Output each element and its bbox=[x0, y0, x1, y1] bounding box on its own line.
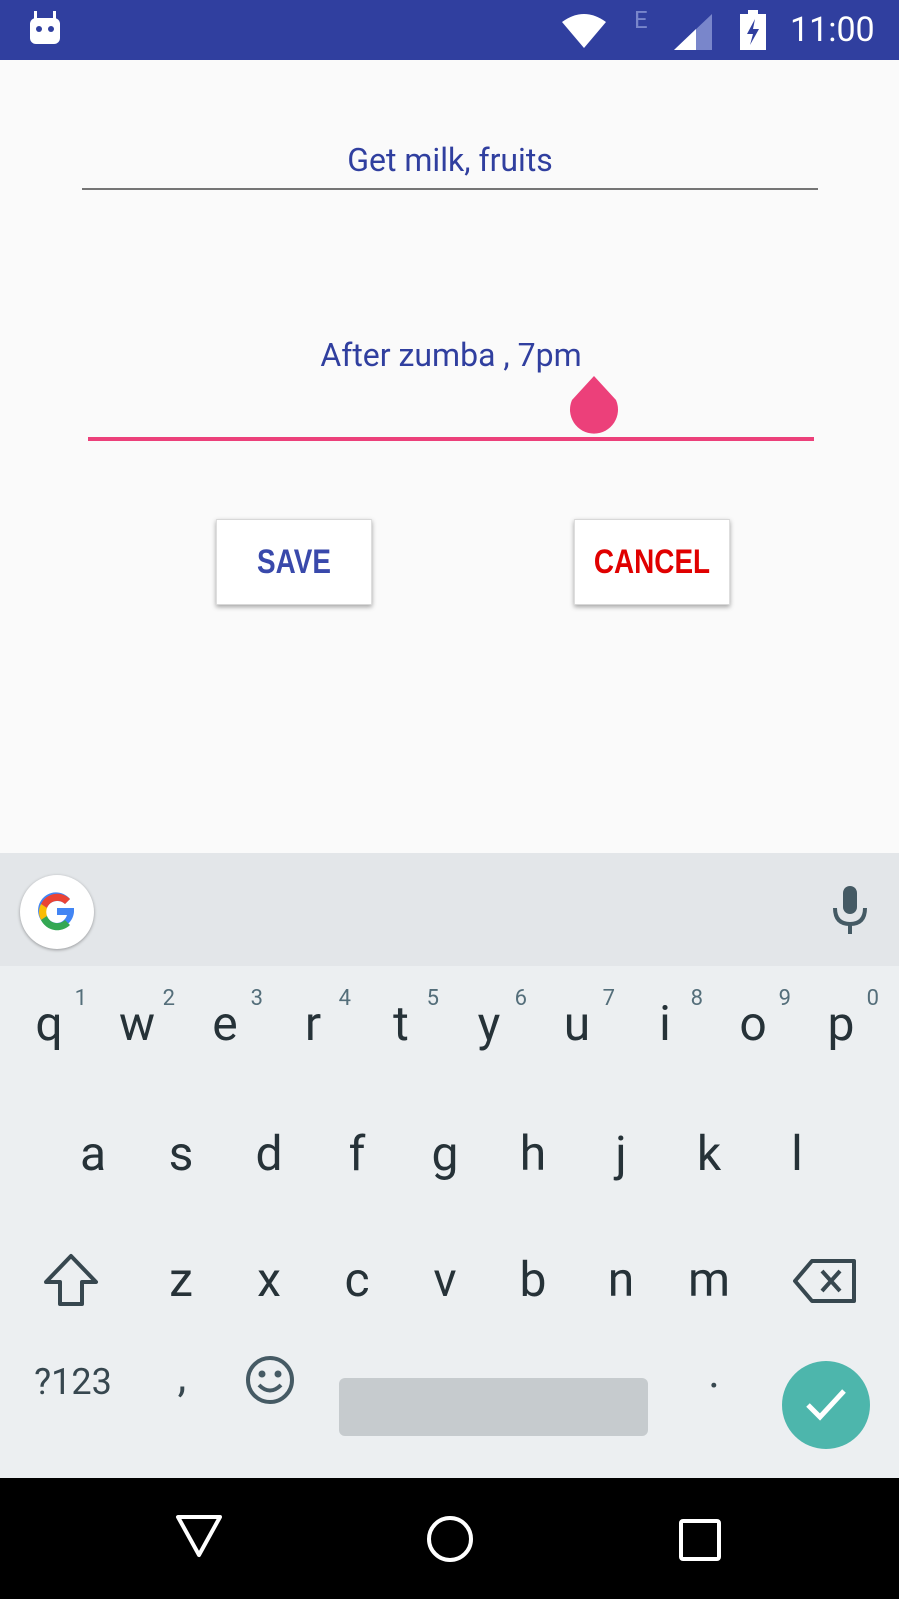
key-y[interactable]: 6y bbox=[445, 966, 533, 1076]
key-v[interactable]: v bbox=[401, 1256, 489, 1366]
save-button[interactable]: SAVE bbox=[216, 519, 372, 605]
wifi-icon bbox=[562, 14, 606, 48]
key-s[interactable]: s bbox=[137, 1130, 225, 1240]
key-b[interactable]: b bbox=[489, 1256, 577, 1366]
key-o[interactable]: 9o bbox=[709, 966, 797, 1076]
backspace-icon[interactable] bbox=[792, 1257, 858, 1305]
google-search-button[interactable] bbox=[20, 875, 94, 949]
comma-key[interactable]: , bbox=[160, 1350, 204, 1402]
home-icon[interactable] bbox=[425, 1514, 475, 1564]
cancel-button[interactable]: CANCEL bbox=[574, 519, 730, 605]
check-icon bbox=[806, 1389, 846, 1421]
symbols-key[interactable]: ?123 bbox=[14, 1361, 132, 1403]
key-g[interactable]: g bbox=[401, 1130, 489, 1240]
enter-button[interactable] bbox=[782, 1361, 870, 1449]
space-bar[interactable] bbox=[339, 1378, 648, 1436]
key-r[interactable]: 4r bbox=[269, 966, 357, 1076]
key-q[interactable]: 1q bbox=[5, 966, 93, 1076]
key-a[interactable]: a bbox=[49, 1130, 137, 1240]
key-j[interactable]: j bbox=[577, 1130, 665, 1240]
text-cursor-handle-icon[interactable] bbox=[568, 376, 620, 438]
keyboard-suggestion-bar bbox=[0, 853, 899, 966]
back-icon[interactable] bbox=[174, 1513, 224, 1559]
key-t[interactable]: 5t bbox=[357, 966, 445, 1076]
key-d[interactable]: d bbox=[225, 1130, 313, 1240]
mic-icon[interactable] bbox=[832, 886, 868, 936]
key-x[interactable]: x bbox=[225, 1256, 313, 1366]
key-f[interactable]: f bbox=[313, 1130, 401, 1240]
key-c[interactable]: c bbox=[313, 1256, 401, 1366]
note-input[interactable]: Get milk, fruits bbox=[82, 130, 818, 190]
key-u[interactable]: 7u bbox=[533, 966, 621, 1076]
signal-icon bbox=[674, 14, 712, 50]
period-key[interactable]: . bbox=[692, 1346, 736, 1398]
key-e[interactable]: 3e bbox=[181, 966, 269, 1076]
google-g-icon bbox=[38, 892, 74, 931]
key-h[interactable]: h bbox=[489, 1130, 577, 1240]
shift-icon[interactable] bbox=[42, 1252, 100, 1308]
network-type-label: E bbox=[634, 6, 648, 34]
key-k[interactable]: k bbox=[665, 1130, 753, 1240]
android-debug-icon bbox=[30, 11, 60, 44]
status-clock: 11:00 bbox=[790, 10, 875, 50]
key-w[interactable]: 2w bbox=[93, 966, 181, 1076]
key-n[interactable]: n bbox=[577, 1256, 665, 1366]
time-input-underline bbox=[88, 437, 814, 441]
recents-icon[interactable] bbox=[678, 1518, 722, 1562]
navigation-bar bbox=[0, 1478, 899, 1599]
emoji-icon[interactable] bbox=[244, 1354, 296, 1406]
keyboard: 1q 2w 3e 4r 5t 6y 7u 8i 9o 0p a s d f g … bbox=[0, 966, 899, 1478]
key-p[interactable]: 0p bbox=[797, 966, 885, 1076]
status-bar: E 11:00 bbox=[0, 0, 899, 60]
battery-charging-icon bbox=[740, 10, 766, 50]
key-i[interactable]: 8i bbox=[621, 966, 709, 1076]
time-input[interactable]: After zumba , 7pm bbox=[88, 330, 814, 380]
key-l[interactable]: l bbox=[753, 1130, 841, 1240]
